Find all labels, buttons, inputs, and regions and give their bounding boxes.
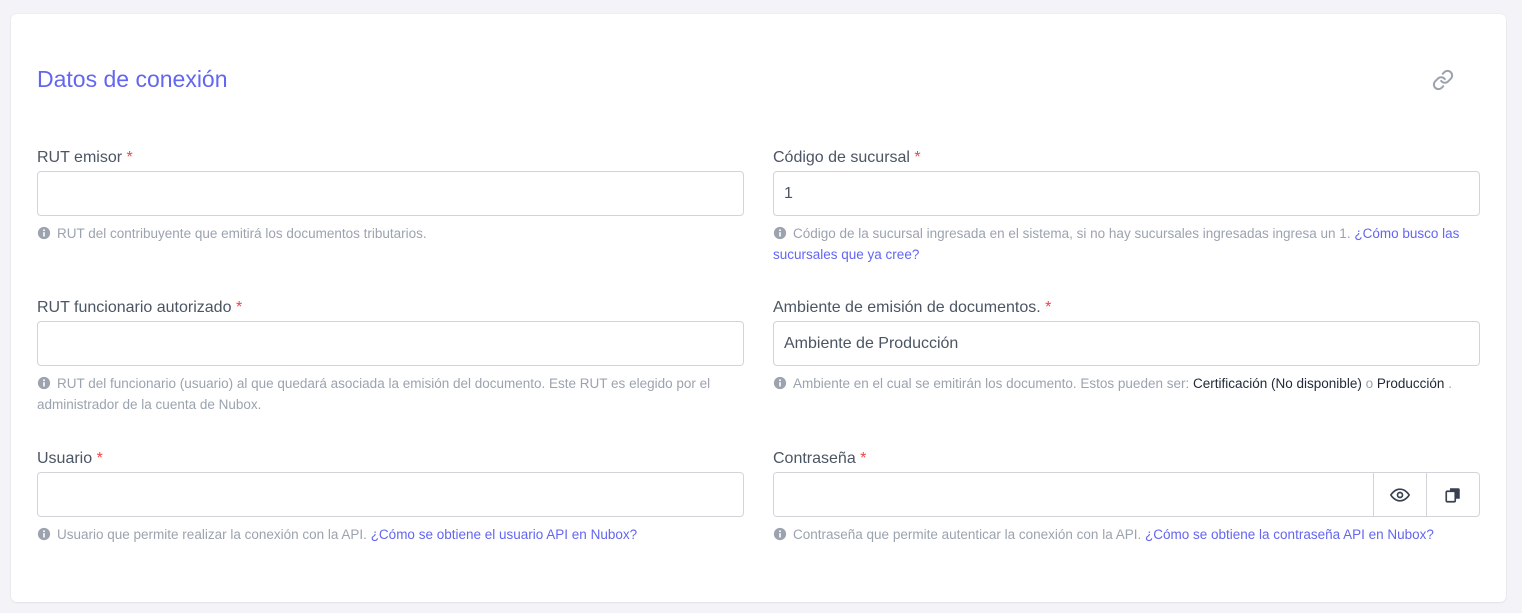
info-circle-icon [773, 376, 787, 390]
ambiente-option-certificacion: Certificación (No disponible) [1193, 376, 1362, 391]
contrasena-input-group [773, 472, 1480, 517]
rut-funcionario-input[interactable] [37, 321, 744, 366]
rut-emisor-label: RUT emisor * [37, 149, 133, 166]
codigo-sucursal-label: Código de sucursal * [773, 149, 921, 166]
section-title: Datos de conexión [37, 66, 228, 92]
required-mark: * [860, 450, 867, 467]
rut-funcionario-field: RUT funcionario autorizado * RUT del fun… [37, 298, 744, 415]
show-password-button[interactable] [1373, 473, 1426, 516]
contrasena-input[interactable] [774, 473, 1373, 516]
copy-password-button[interactable] [1426, 473, 1479, 516]
codigo-sucursal-help: Código de la sucursal ingresada en el si… [773, 226, 1460, 262]
info-circle-icon [773, 527, 787, 541]
rut-emisor-field: RUT emisor * RUT del contribuyente que e… [37, 148, 744, 244]
rut-emisor-input[interactable] [37, 171, 744, 216]
usuario-input[interactable] [37, 472, 744, 517]
copy-icon [1445, 487, 1460, 503]
required-mark: * [96, 450, 103, 467]
eye-icon [1390, 487, 1410, 502]
usuario-help: Usuario que permite realizar la conexión… [37, 524, 744, 545]
ambiente-input[interactable] [773, 321, 1480, 366]
rut-funcionario-help: RUT del funcionario (usuario) al que que… [37, 376, 711, 412]
link-button[interactable] [1430, 69, 1456, 91]
required-mark: * [914, 149, 921, 166]
required-mark: * [235, 299, 243, 316]
link-icon [1432, 69, 1454, 91]
contrasena-field: Contraseña * Contraseña que permite aute… [773, 449, 1480, 545]
contrasena-label: Contraseña * [773, 450, 867, 467]
ambiente-option-produccion: Producción [1376, 376, 1445, 391]
ambiente-label: Ambiente de emisión de documentos. * [773, 299, 1052, 316]
rut-funcionario-label: RUT funcionario autorizado * [37, 299, 243, 316]
codigo-sucursal-input[interactable] [773, 171, 1480, 216]
info-circle-icon [37, 527, 51, 541]
contrasena-help: Contraseña que permite autenticar la con… [773, 524, 1480, 545]
codigo-sucursal-field: Código de sucursal * Código de la sucurs… [773, 148, 1480, 265]
ambiente-help: Ambiente en el cual se emitirán los docu… [773, 373, 1480, 394]
info-circle-icon [37, 376, 51, 390]
usuario-field: Usuario * Usuario que permite realizar l… [37, 449, 744, 545]
rut-emisor-help: RUT del contribuyente que emitirá los do… [37, 223, 744, 244]
usuario-label: Usuario * [37, 450, 103, 467]
ambiente-field: Ambiente de emisión de documentos. * Amb… [773, 298, 1480, 394]
info-circle-icon [773, 226, 787, 240]
required-mark: * [1045, 299, 1052, 316]
required-mark: * [126, 149, 133, 166]
connection-card: Datos de conexión RUT emisor * RUT del c… [11, 14, 1506, 602]
usuario-help-link[interactable]: ¿Cómo se obtiene el usuario API en Nubox… [371, 527, 637, 542]
info-circle-icon [37, 226, 51, 240]
contrasena-help-link[interactable]: ¿Cómo se obtiene la contraseña API en Nu… [1145, 527, 1434, 542]
